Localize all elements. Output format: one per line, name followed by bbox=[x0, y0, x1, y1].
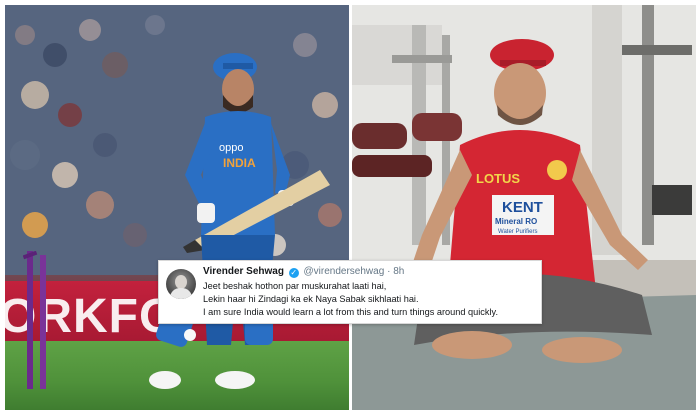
jersey-sponsor-tagline-text: Water Purifiers bbox=[498, 229, 537, 235]
jersey-brand-text: LOTUS bbox=[476, 171, 520, 186]
avatar-face bbox=[175, 275, 187, 289]
tweet-author-handle: @virendersehwag bbox=[303, 266, 385, 277]
tweet-header: Virender Sehwag ✓ @virendersehwag · 8h bbox=[203, 266, 404, 278]
tweet-separator: · bbox=[387, 266, 391, 277]
tweet-card: Virender Sehwag ✓ @virendersehwag · 8h J… bbox=[158, 260, 542, 324]
tweet-timestamp: 8h bbox=[393, 266, 405, 277]
jersey-country-text: INDIA bbox=[223, 156, 256, 170]
tweet-text: Jeet beshak hothon par muskurahat laati … bbox=[203, 280, 537, 319]
tweet-author-name: Virender Sehwag bbox=[203, 266, 284, 277]
avatar-body bbox=[170, 288, 192, 299]
tweet-line: Lekin haar hi Zindagi ka ek Naya Sabak s… bbox=[203, 294, 419, 304]
batsman-figure: oppo INDIA bbox=[149, 53, 330, 389]
tweet-line: Jeet beshak hothon par muskurahat laati … bbox=[203, 281, 387, 291]
avatar bbox=[166, 269, 196, 299]
gym-scene: LOTUS KENT Mineral RO Water Purifiers bbox=[352, 5, 696, 410]
tweet-line: I am sure India would learn a lot from t… bbox=[203, 307, 499, 317]
cricket-photo: ORKFO oppo INDIA bbox=[5, 5, 349, 410]
jersey-sponsor-main-text: KENT bbox=[502, 199, 543, 216]
jersey-sponsor-text: oppo bbox=[219, 142, 243, 154]
verified-badge-icon: ✓ bbox=[288, 268, 299, 278]
jersey-sponsor-sub-text: Mineral RO bbox=[495, 217, 537, 226]
stumps bbox=[23, 251, 46, 389]
yoga-photo: LOTUS KENT Mineral RO Water Purifiers bbox=[352, 5, 696, 410]
